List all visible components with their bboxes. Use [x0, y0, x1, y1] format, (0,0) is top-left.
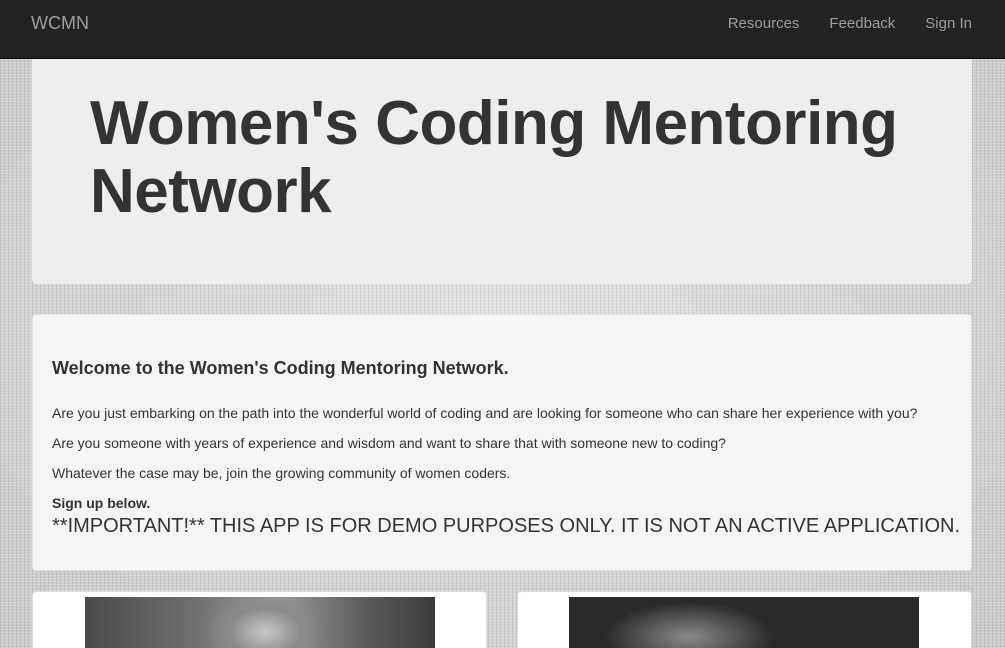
- welcome-paragraph-1: Are you just embarking on the path into …: [52, 405, 918, 421]
- welcome-paragraph-3: Whatever the case may be, join the growi…: [52, 465, 511, 481]
- hero-jumbotron: Women's Coding Mentoring Network: [32, 59, 972, 284]
- welcome-heading: Welcome to the Women's Coding Mentoring …: [52, 358, 509, 378]
- welcome-panel: Welcome to the Women's Coding Mentoring …: [32, 314, 972, 571]
- woman-portrait-photo-left: [85, 597, 435, 648]
- woman-portrait-photo-right: [569, 597, 919, 648]
- nav-link-sign-in[interactable]: Sign In: [925, 15, 972, 32]
- welcome-paragraph-2: Are you someone with years of experience…: [52, 435, 726, 451]
- nav-link-resources[interactable]: Resources: [728, 15, 800, 32]
- demo-disclaimer: **IMPORTANT!** THIS APP IS FOR DEMO PURP…: [52, 515, 961, 537]
- profile-card-right[interactable]: [517, 591, 972, 648]
- nav-link-feedback[interactable]: Feedback: [829, 15, 895, 32]
- page-title: Women's Coding Mentoring Network: [90, 89, 898, 226]
- nav-links: Resources Feedback Sign In: [728, 15, 972, 32]
- brand-link[interactable]: WCMN: [31, 13, 89, 34]
- signup-prompt: Sign up below.: [52, 495, 151, 511]
- top-navbar: WCMN Resources Feedback Sign In: [0, 0, 1005, 59]
- profile-card-left[interactable]: [32, 591, 487, 648]
